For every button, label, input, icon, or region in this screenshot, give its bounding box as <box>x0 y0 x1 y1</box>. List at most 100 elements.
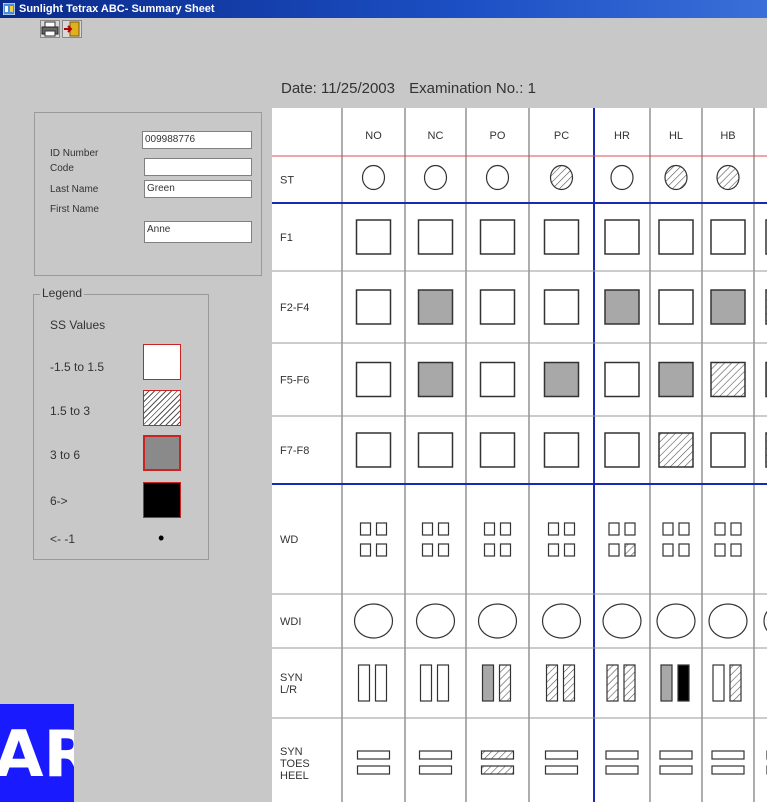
status-square-small <box>499 543 512 557</box>
row-label: L/R <box>280 684 297 696</box>
status-square-small <box>375 522 388 536</box>
status-square <box>479 432 516 468</box>
status-square-small <box>730 522 742 536</box>
status-bar-left <box>606 664 619 702</box>
status-circle <box>716 164 740 191</box>
exit-icon <box>64 21 80 37</box>
column-header: HL <box>669 130 683 142</box>
status-square <box>543 361 580 398</box>
status-square <box>710 289 746 325</box>
legend-range-mild-label: 1.5 to 3 <box>50 404 91 418</box>
status-square-small <box>421 543 434 557</box>
status-square <box>479 361 516 398</box>
summary-grid: NONCPOPCHRHLHBHSTF1F2-F4F5-F6F7-F8WDWDIS… <box>272 108 767 802</box>
exit-button[interactable] <box>62 20 82 38</box>
column-header: HB <box>720 130 735 142</box>
row-label: SYN <box>280 746 303 758</box>
last-name-field[interactable]: Green <box>144 180 252 198</box>
status-square-small <box>662 543 674 557</box>
status-square-small <box>608 543 620 557</box>
status-square <box>479 219 516 255</box>
row-label: SYN <box>280 672 303 684</box>
code-field[interactable] <box>144 158 252 176</box>
status-bar-left <box>481 664 495 702</box>
status-square-small <box>437 522 450 536</box>
legend-dot-icon: • <box>158 528 165 548</box>
legend-range-normal-swatch <box>143 344 181 380</box>
row-label: F1 <box>280 232 293 244</box>
status-square <box>355 219 392 255</box>
legend-range-moderate-swatch <box>143 435 181 471</box>
column-header: NO <box>365 130 382 142</box>
status-bar-right <box>562 664 576 702</box>
status-square <box>604 219 640 255</box>
status-square-small <box>624 543 636 557</box>
status-square-small <box>375 543 388 557</box>
status-circle-large <box>708 603 748 639</box>
exam-header: Date: 11/25/2003 Examination No.: 1 <box>281 80 536 97</box>
status-bar-right <box>623 664 636 702</box>
id-number-label: ID Number <box>50 148 99 159</box>
first-name-field[interactable]: Anne <box>144 221 252 243</box>
status-circle <box>549 164 574 191</box>
row-label: WDI <box>280 616 301 628</box>
summary-grid-svg: NONCPOPCHRHLHBHSTF1F2-F4F5-F6F7-F8WDWDIS… <box>272 108 767 802</box>
status-square <box>543 289 580 325</box>
first-name-label: First Name <box>50 204 99 215</box>
status-circle-large <box>656 603 696 639</box>
status-bar-toes <box>544 750 579 760</box>
title-bar: Sunlight Tetrax ABC- Summary Sheet <box>0 0 767 18</box>
row-label: F7-F8 <box>280 445 309 457</box>
status-circle-large <box>602 603 642 639</box>
status-bar-toes <box>605 750 639 760</box>
status-square-small <box>563 522 576 536</box>
print-button[interactable] <box>40 20 60 38</box>
status-circle-large <box>541 603 582 639</box>
column-header: NC <box>428 130 444 142</box>
row-label: F2-F4 <box>280 302 309 314</box>
status-square <box>355 361 392 398</box>
window-title: Sunlight Tetrax ABC- Summary Sheet <box>19 3 215 15</box>
status-square <box>604 432 640 468</box>
legend-panel <box>33 294 209 560</box>
status-bar-heel <box>605 765 639 775</box>
status-square <box>710 361 746 398</box>
legend-heading: SS Values <box>50 318 106 332</box>
status-bar-heel <box>418 765 453 775</box>
status-square <box>710 432 746 468</box>
status-bar-left <box>419 664 433 702</box>
legend-range-low-label: <- -1 <box>50 532 76 546</box>
status-circle <box>423 164 448 191</box>
legend-range-moderate-label: 3 to 6 <box>50 448 81 462</box>
app-icon <box>3 3 15 15</box>
status-square-small <box>678 522 690 536</box>
status-bar-heel <box>356 765 391 775</box>
column-header: HR <box>614 130 630 142</box>
exam-number: 1 <box>527 80 536 97</box>
exam-number-label: Examination No.: <box>409 80 524 97</box>
status-square <box>710 219 746 255</box>
status-circle <box>664 164 688 191</box>
status-bar-right <box>498 664 512 702</box>
status-square <box>658 361 694 398</box>
legend-range-mild-swatch <box>143 390 181 426</box>
column-header: PO <box>490 130 506 142</box>
row-label: F5-F6 <box>280 375 309 387</box>
row-label: TOES <box>280 758 310 770</box>
status-square <box>543 432 580 468</box>
status-square-small <box>714 522 726 536</box>
status-square-small <box>547 522 560 536</box>
overlay-text: AR <box>0 704 74 802</box>
status-bar-right <box>374 664 388 702</box>
legend-range-normal-label: -1.5 to 1.5 <box>50 360 105 374</box>
legend-range-severe-swatch <box>143 482 181 518</box>
exam-date: 11/25/2003 <box>321 80 395 97</box>
column-header: PC <box>554 130 569 142</box>
status-square <box>355 432 392 468</box>
status-square-small <box>499 522 512 536</box>
status-square <box>658 219 694 255</box>
status-square <box>355 289 392 325</box>
status-square <box>604 289 640 325</box>
id-number-field[interactable]: 009988776 <box>142 131 252 149</box>
status-square <box>417 289 454 325</box>
